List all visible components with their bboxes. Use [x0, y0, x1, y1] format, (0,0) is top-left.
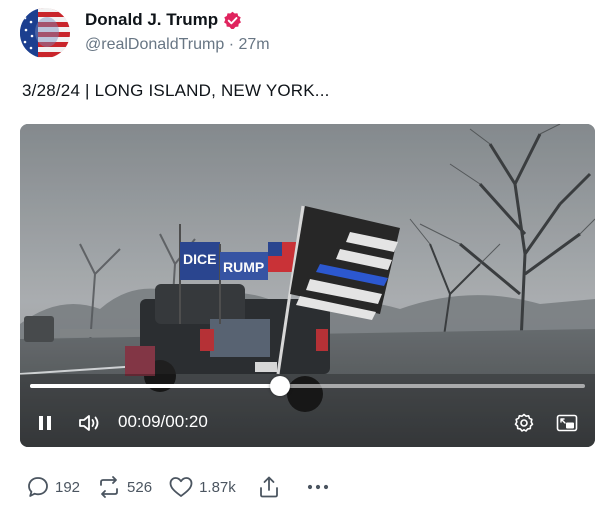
repost-arrows-icon: [100, 476, 118, 498]
like-count: 1.87k: [199, 478, 236, 496]
pause-button[interactable]: [32, 410, 58, 436]
picture-in-picture-icon: [556, 414, 578, 432]
share-icon: [259, 476, 278, 498]
engagement-bar: 192 526 1.87k: [26, 474, 346, 500]
avatar-image: [20, 8, 70, 58]
video-progress-bar[interactable]: [30, 376, 585, 396]
duration: 00:20: [165, 412, 208, 431]
video-time: 00:09/00:20: [118, 412, 208, 431]
author-header[interactable]: Donald J. Trump: [85, 10, 242, 30]
post-text: 3/28/24 | LONG ISLAND, NEW YORK...: [22, 81, 330, 100]
repost-count: 526: [127, 478, 153, 496]
author-handle[interactable]: @realDonaldTrump: [85, 36, 224, 53]
more-button[interactable]: [306, 483, 330, 491]
like-button[interactable]: 1.87k: [168, 475, 236, 499]
meta-separator: ·: [228, 36, 235, 53]
more-dots-icon: [307, 484, 328, 490]
post-timestamp[interactable]: 27m: [239, 36, 270, 53]
reply-count: 192: [55, 478, 81, 496]
video-scrubber-handle[interactable]: [269, 376, 290, 396]
heart-icon: [169, 477, 193, 497]
comment-bubble-icon: [28, 477, 48, 497]
video-frame: DICE RUMP: [20, 124, 595, 447]
video-controls: 00:09/00:20: [20, 404, 595, 444]
current-time: 00:09: [118, 412, 161, 431]
author-name[interactable]: Donald J. Trump: [85, 10, 218, 30]
picture-in-picture-button[interactable]: [553, 410, 581, 436]
avatar[interactable]: [20, 8, 70, 58]
video-progress-fill: [30, 384, 280, 388]
volume-icon: [79, 415, 99, 431]
settings-button[interactable]: [511, 410, 537, 436]
pause-icon: [39, 416, 51, 430]
volume-button[interactable]: [76, 410, 104, 436]
share-button[interactable]: [258, 475, 280, 499]
repost-button[interactable]: 526: [96, 475, 152, 499]
verified-badge-icon: [224, 11, 242, 29]
video-player[interactable]: DICE RUMP: [20, 124, 595, 447]
author-meta: @realDonaldTrump · 27m: [85, 36, 270, 54]
reply-button[interactable]: 192: [26, 475, 80, 499]
gear-icon: [514, 413, 534, 432]
